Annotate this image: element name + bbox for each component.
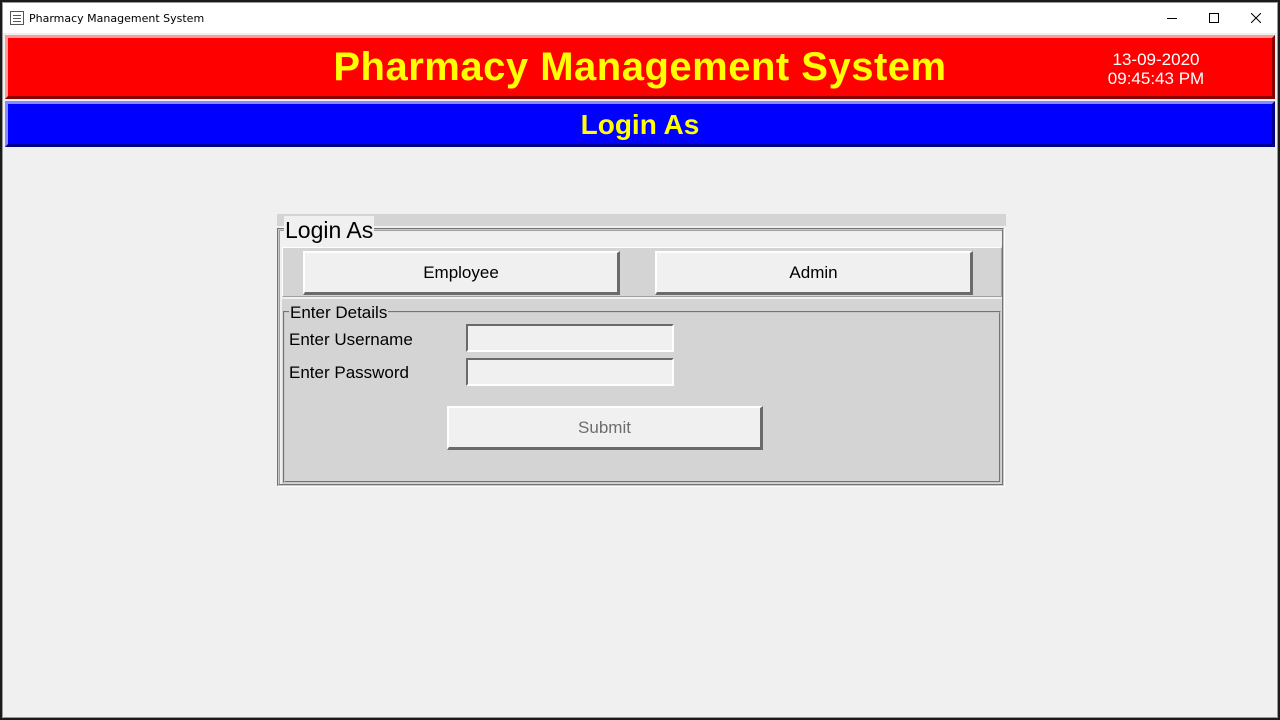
password-input[interactable] xyxy=(466,358,674,386)
username-label: Enter Username xyxy=(289,330,413,349)
app-header-title: Pharmacy Management System xyxy=(333,45,947,89)
username-input[interactable] xyxy=(466,324,674,352)
close-button[interactable] xyxy=(1235,3,1277,33)
login-as-frame-label: Login As xyxy=(284,216,375,244)
login-frame-header-strip xyxy=(277,214,1006,226)
window-title: Pharmacy Management System xyxy=(29,11,205,25)
minimize-button[interactable] xyxy=(1151,3,1193,33)
header-datetime: 13-09-2020 09:45:43 PM xyxy=(1096,50,1216,88)
employee-button[interactable]: Employee xyxy=(303,251,620,295)
header-date: 13-09-2020 xyxy=(1112,50,1200,69)
window-controls xyxy=(1151,3,1277,33)
minimize-icon xyxy=(1167,18,1177,19)
enter-details-label: Enter Details xyxy=(289,303,389,323)
app-form-icon xyxy=(10,11,24,25)
header-banner: Pharmacy Management System 13-09-2020 09… xyxy=(5,35,1275,99)
admin-button[interactable]: Admin xyxy=(655,251,973,295)
window-titlebar[interactable]: Pharmacy Management System xyxy=(3,3,1277,33)
submit-button[interactable]: Submit xyxy=(447,406,763,450)
app-window: Pharmacy Management System Pharmacy Mana… xyxy=(2,2,1278,718)
password-label: Enter Password xyxy=(289,363,409,382)
subheader-banner: Login As xyxy=(5,101,1275,147)
close-icon xyxy=(1251,13,1261,23)
header-time: 09:45:43 PM xyxy=(1107,69,1205,88)
maximize-icon xyxy=(1209,13,1219,23)
subheader-title: Login As xyxy=(580,109,700,140)
maximize-button[interactable] xyxy=(1193,3,1235,33)
